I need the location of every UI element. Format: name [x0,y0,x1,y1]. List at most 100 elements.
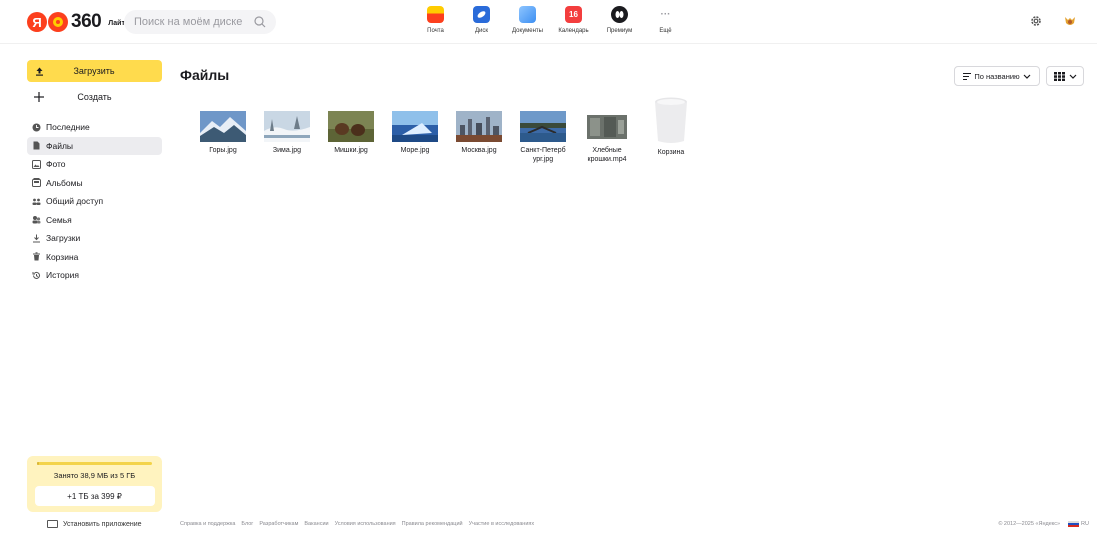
sort-button[interactable]: По названию [954,66,1040,86]
sidebar-item-files[interactable]: Файлы [27,136,162,155]
file-name: Москва.jpg [461,147,497,154]
sidebar-item-albums[interactable]: Альбомы [27,174,162,192]
chevron-down-icon [1069,74,1076,79]
footer-link-vacancies[interactable]: Вакансии [304,521,328,527]
sort-icon [963,72,972,80]
logo-lite-badge: Лайт [108,20,125,27]
top-bar: Я 360 Лайт Почта Диск Документы 16 Кален… [0,0,1097,44]
logo-360-text: 360 [71,11,102,32]
file-grid: Горы.jpg Зима.jpg Мишки.jpg Море.jpg Мос… [191,97,703,164]
service-mail[interactable]: Почта [416,6,455,42]
photo-icon [32,159,41,169]
upload-label: Загрузить [73,66,115,76]
service-label: Ещё [659,28,672,34]
file-name: Зима.jpg [272,147,302,154]
chevron-down-icon [1023,74,1031,79]
service-label: Премиум [606,28,633,34]
sidebar-item-label: Загрузки [46,233,81,243]
service-label: Документы [512,28,543,34]
spb-thumbnail [520,111,566,142]
file-item[interactable]: Москва.jpg [447,97,511,164]
disk-icon [473,6,490,23]
sidebar-nav: Последние Файлы Фото Альбомы Общий досту… [27,118,163,284]
file-item[interactable]: Корзина [639,97,703,164]
desktop-app-icon [47,520,58,528]
sidebar-item-label: Общий доступ [46,196,104,206]
service-documents[interactable]: Документы [508,6,547,42]
yandex-360-logo[interactable]: Я 360 Лайт [27,10,125,34]
view-mode-button[interactable] [1046,66,1084,86]
family-icon [32,216,41,224]
bears-thumbnail [328,111,374,142]
sidebar-item-history[interactable]: История [27,266,162,284]
file-name: Море.jpg [400,147,430,154]
upload-button[interactable]: Загрузить [27,60,162,82]
install-app-link[interactable]: Установить приложение [47,520,142,528]
create-button[interactable]: Создать [27,86,162,108]
service-more[interactable]: ··· Ещё [646,6,685,42]
install-app-label: Установить приложение [63,520,142,528]
sidebar-item-recent[interactable]: Последние [27,118,162,136]
file-item[interactable]: Хлебные крошки.mp4 [575,97,639,164]
search-input[interactable] [134,16,252,28]
file-item[interactable]: Зима.jpg [255,97,319,164]
storage-progress-bar [37,462,152,465]
russia-flag-icon[interactable] [1068,521,1080,527]
sea-thumbnail [392,111,438,142]
sidebar-item-label: Корзина [46,251,79,262]
file-name: Корзина [657,149,685,156]
logo-ring-icon [48,12,68,32]
moscow-thumbnail [456,111,502,142]
sidebar-item-trash[interactable]: Корзина [27,248,162,266]
service-label: Календарь [558,28,589,34]
clock-icon [32,123,41,131]
shared-icon [32,198,41,205]
storage-used-text: Занято 38,9 МБ из 5 ГБ [53,471,136,480]
file-item[interactable]: Мишки.jpg [319,97,383,164]
sidebar-item-family[interactable]: Семья [27,211,162,229]
sidebar-item-label: История [46,270,79,280]
language-switch[interactable]: RU [1081,521,1089,527]
file-name: Санкт-Петерб ург.jpg [520,147,566,163]
footer-right: © 2012—2025 «Яндекс» RU [998,521,1089,527]
service-premium[interactable]: Премиум [600,6,639,42]
sidebar-item-label: Семья [46,214,72,225]
video-thumbnail [584,111,630,142]
sidebar-item-shared[interactable]: Общий доступ [27,192,162,210]
file-item[interactable]: Горы.jpg [191,97,255,164]
main-content: Файлы По названию Горы.jpg Зима.jpg Мишк… [174,54,1097,540]
file-name: Горы.jpg [209,147,237,154]
documents-icon [519,6,536,23]
more-icon: ··· [660,9,671,20]
sidebar-item-label: Фото [46,159,66,169]
search-box[interactable] [124,10,276,34]
service-disk[interactable]: Диск [462,6,501,42]
premium-icon [611,6,628,23]
upload-icon [36,67,43,76]
footer-link-recommendations[interactable]: Правила рекомендаций [402,521,463,527]
footer-link-research[interactable]: Участие в исследованиях [469,521,535,527]
file-item[interactable]: Санкт-Петерб ург.jpg [511,97,575,164]
download-icon [33,234,40,242]
file-item[interactable]: Море.jpg [383,97,447,164]
storage-upgrade-button[interactable]: +1 ТБ за 399 ₽ [34,486,155,506]
service-calendar[interactable]: 16 Календарь [554,6,593,42]
sidebar-item-photo[interactable]: Фото [27,155,162,173]
service-label: Почта [427,28,444,34]
services-bar: Почта Диск Документы 16 Календарь Премиу… [416,6,692,42]
sort-label: По названию [974,71,1020,81]
footer-link-developers[interactable]: Разработчикам [259,521,298,527]
mail-icon [427,6,444,23]
storage-progress-fill [37,462,39,465]
footer-link-help[interactable]: Справка и поддержка [180,521,235,527]
footer-link-blog[interactable]: Блог [241,521,253,527]
top-right-controls [1026,11,1080,31]
footer-link-terms[interactable]: Условия использования [335,521,396,527]
album-icon [32,178,41,187]
sidebar-item-downloads[interactable]: Загрузки [27,229,162,247]
gear-icon[interactable] [1026,11,1046,31]
user-avatar-icon[interactable] [1060,11,1080,31]
copyright: © 2012—2025 «Яндекс» [998,521,1061,527]
search-icon[interactable] [253,15,267,29]
file-icon [33,141,40,150]
